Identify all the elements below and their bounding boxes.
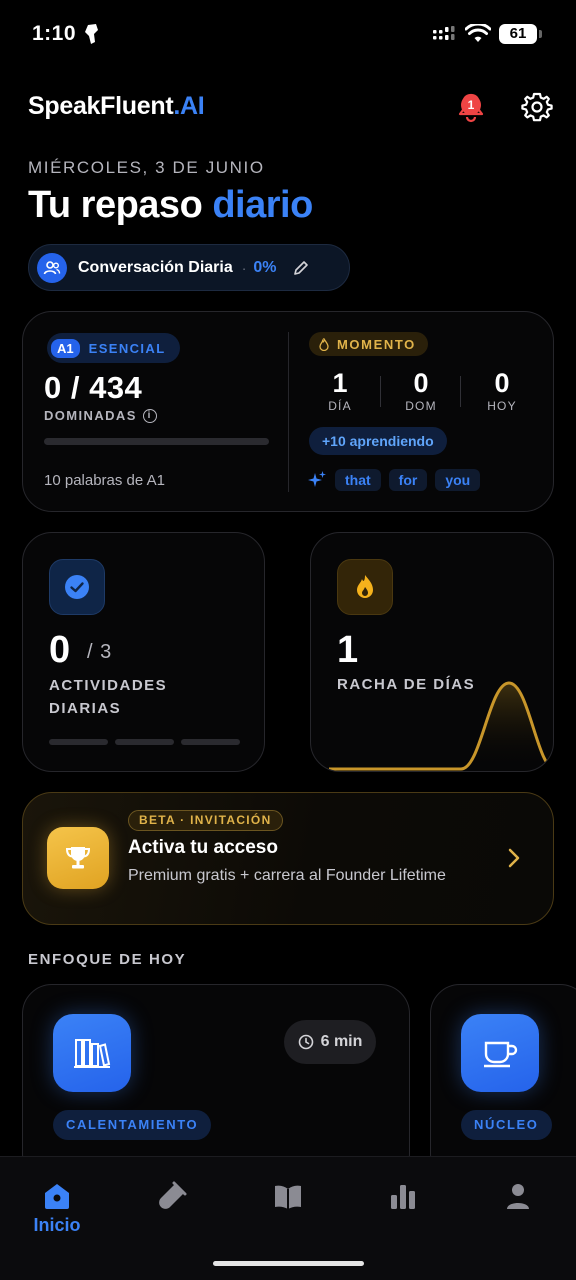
duration-chip: 6 min [284, 1020, 376, 1064]
sparkle-icon [308, 471, 326, 487]
flask-icon [159, 1181, 187, 1209]
profile-icon [507, 1184, 529, 1209]
fire-icon [337, 559, 393, 615]
mastery-progress-bar [44, 438, 269, 445]
status-time: 1:10 [32, 22, 77, 45]
activities-progress [49, 739, 240, 745]
settings-gear-icon[interactable] [521, 91, 553, 123]
status-bar: 1:10 61 [0, 0, 576, 70]
nav-item-stats[interactable] [368, 1181, 438, 1211]
beta-badge: BETA · INVITACIÓN [128, 810, 283, 831]
words-note: 10 palabras de A1 [44, 472, 165, 489]
level-code: A1 [51, 338, 80, 358]
edit-pencil-icon[interactable] [293, 260, 309, 276]
promo-title: Activa tu acceso [128, 837, 278, 858]
mode-label: Conversación Diaria [78, 258, 233, 276]
clock-icon [298, 1034, 313, 1050]
stat-today: 0 HOY [472, 368, 532, 413]
card-divider [288, 332, 289, 492]
level-badge: A1 ESENCIAL [47, 333, 180, 363]
mastered-label-row: DOMINADAS i [44, 408, 157, 423]
section-heading: ENFOQUE DE HOY [28, 951, 187, 968]
streak-value: 1 [337, 629, 359, 671]
book-icon [275, 1185, 301, 1209]
nav-item-practice[interactable] [137, 1181, 207, 1211]
check-circle-icon [49, 559, 105, 615]
stat-value: 0 [413, 368, 429, 398]
nav-item-library[interactable] [253, 1181, 323, 1211]
nav-label: Inicio [33, 1215, 81, 1235]
info-icon[interactable]: i [142, 408, 157, 423]
daily-activities-card[interactable]: 0 / 3 ACTIVIDADES DIARIAS [22, 532, 265, 772]
brand-suffix: .AI [173, 92, 205, 120]
vocabulary-progress-card[interactable]: A1 ESENCIAL 0 / 434 DOMINADAS i 10 palab… [22, 311, 554, 512]
nav-item-home[interactable]: Inicio [22, 1181, 92, 1236]
stat-sunday: 0 DOM [391, 368, 451, 413]
mode-selector-pill[interactable]: Conversación Diaria · 0% [28, 244, 350, 291]
stat-value: 0 [494, 368, 510, 398]
nav-item-profile[interactable] [483, 1181, 553, 1211]
word-chip[interactable]: for [388, 469, 428, 491]
focus-tag: NÚCLEO [461, 1110, 552, 1140]
streak-label: RACHA DE DÍAS [337, 676, 476, 693]
mastered-label: DOMINADAS [44, 408, 137, 423]
trophy-icon [47, 827, 109, 889]
word-chips: that for you [307, 469, 481, 491]
word-chip[interactable]: that [335, 469, 381, 491]
activities-total: / 3 [87, 641, 113, 663]
level-label: ESENCIAL [88, 340, 166, 356]
beta-invitation-banner[interactable]: BETA · INVITACIÓN Activa tu acceso Premi… [22, 792, 554, 925]
page-title: Tu repaso diario [28, 184, 313, 227]
battery-indicator: 61 [499, 24, 542, 44]
stat-day: 1 DÍA [310, 368, 370, 413]
cellular-signal-icon [433, 26, 455, 40]
cup-icon [461, 1014, 539, 1092]
home-icon [45, 1184, 69, 1209]
focus-mode-icon [85, 24, 98, 44]
stat-label: DÍA [328, 399, 352, 413]
stat-divider [460, 376, 461, 407]
chevron-right-icon [508, 848, 520, 868]
mode-separator: · [241, 259, 247, 276]
app-logo: SpeakFluent.AI [28, 92, 205, 121]
stat-divider [380, 376, 381, 407]
title-accent: diario [212, 184, 313, 226]
activities-label: ACTIVIDADES DIARIAS [49, 677, 168, 717]
learning-chip: +10 aprendiendo [309, 427, 447, 455]
progress-segment [115, 739, 174, 745]
promo-subtitle: Premium gratis + carrera al Founder Life… [128, 867, 446, 884]
users-icon [37, 252, 67, 283]
wifi-icon [465, 24, 491, 42]
progress-segment [181, 739, 240, 745]
brand-name: SpeakFluent [28, 92, 174, 120]
word-chip[interactable]: you [435, 469, 481, 491]
books-icon [53, 1014, 131, 1092]
focus-card-warmup[interactable]: 6 min CALENTAMIENTO [22, 984, 410, 1184]
chart-icon [391, 1185, 415, 1209]
activities-done: 0 [49, 629, 71, 671]
notification-badge: 1 [461, 95, 481, 115]
focus-card-core[interactable]: NÚCLEO [430, 984, 576, 1184]
current-date: MIÉRCOLES, 3 DE JUNIO [28, 158, 265, 177]
progress-segment [49, 739, 108, 745]
momentum-label: MOMENTO [337, 336, 416, 352]
mode-progress: 0% [253, 258, 277, 276]
flame-icon [319, 337, 329, 351]
stat-value: 1 [332, 368, 348, 398]
stat-label: DOM [405, 399, 437, 413]
momentum-badge: MOMENTO [309, 332, 428, 356]
mastered-count: 0 / 434 [44, 370, 143, 405]
stat-label: HOY [487, 399, 517, 413]
home-indicator [213, 1261, 364, 1266]
duration-value: 6 min [320, 1033, 363, 1050]
streak-card[interactable]: 1 RACHA DE DÍAS [310, 532, 554, 772]
title-main: Tu repaso [28, 184, 213, 226]
focus-tag: CALENTAMIENTO [53, 1110, 212, 1140]
